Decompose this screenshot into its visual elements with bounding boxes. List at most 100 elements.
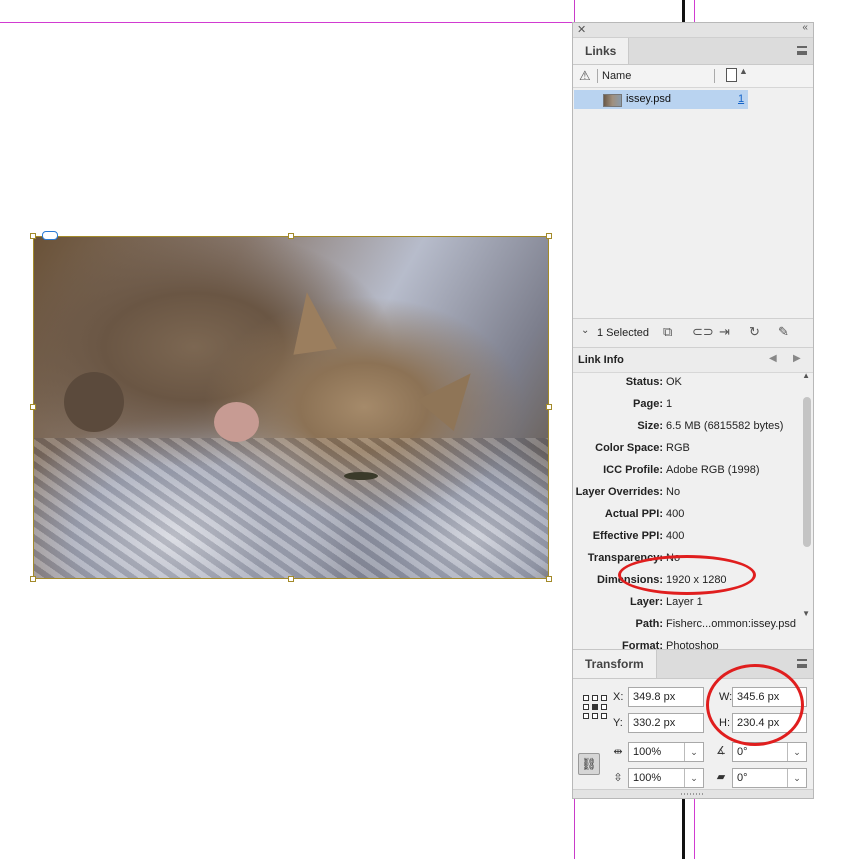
info-key: Status:	[625, 376, 663, 388]
scale-y-select[interactable]: 100% ⌄	[628, 768, 704, 788]
tab-transform[interactable]: Transform	[573, 650, 657, 678]
page-column-icon[interactable]	[726, 68, 737, 82]
scale-x-icon: ⇹	[613, 746, 623, 758]
constrain-proportions-icon[interactable]: ⛓	[578, 753, 600, 775]
links-column-header: ⚠ Name ▲	[573, 65, 813, 88]
toggle-link-info-icon[interactable]: ⌄	[581, 325, 589, 336]
x-label: X:	[613, 691, 624, 703]
next-link-icon[interactable]: ▶	[793, 353, 801, 364]
info-row: Size: 6.5 MB (6815582 bytes)	[573, 415, 803, 437]
info-value: 400	[666, 508, 685, 520]
link-thumbnail	[603, 94, 622, 107]
shear-select[interactable]: 0° ⌄	[732, 768, 807, 788]
go-to-link-icon[interactable]: ⇥	[719, 325, 730, 339]
update-link-icon[interactable]: ↻	[749, 325, 760, 339]
frame-handle-top-right[interactable]	[546, 233, 552, 239]
column-separator	[597, 69, 598, 83]
tab-links[interactable]: Links	[573, 38, 630, 64]
annotation-circle-size	[706, 664, 804, 746]
name-column-header[interactable]: Name	[602, 70, 631, 82]
info-scrollbar-thumb[interactable]	[803, 397, 811, 547]
column-separator	[714, 69, 715, 83]
reference-point-icon[interactable]	[583, 695, 607, 719]
scale-y-value: 100%	[633, 772, 662, 784]
relink-from-cc-icon[interactable]: ⧉	[663, 325, 672, 339]
info-key: Actual PPI:	[604, 508, 663, 520]
chevron-down-icon[interactable]: ⌄	[684, 769, 703, 787]
frame-handle-left[interactable]	[30, 404, 36, 410]
link-info-title: Link Info	[578, 354, 624, 366]
chevron-down-icon[interactable]: ⌄	[787, 769, 806, 787]
info-value: OK	[666, 376, 682, 388]
linked-content-icon[interactable]	[42, 231, 58, 240]
frame-handle-right[interactable]	[546, 404, 552, 410]
info-key: Layer Overrides:	[575, 486, 663, 498]
info-key: Page:	[633, 398, 663, 410]
scale-x-select[interactable]: 100% ⌄	[628, 742, 704, 762]
frame-handle-bottom[interactable]	[288, 576, 294, 582]
link-page-number[interactable]: 1	[738, 93, 744, 105]
rotation-angle-icon: ∡	[716, 745, 726, 757]
info-value: 1	[666, 398, 673, 410]
shear-angle-icon: ▰	[716, 771, 726, 783]
panel-menu-icon[interactable]	[797, 46, 807, 55]
panel-menu-icon[interactable]	[797, 659, 807, 668]
info-row: Color Space: RGB	[573, 437, 803, 459]
links-list: issey.psd 1	[573, 88, 813, 318]
collapse-panel-icon[interactable]: ‹‹	[802, 22, 808, 33]
frame-handle-top-left[interactable]	[30, 233, 36, 239]
info-row: Page: 1	[573, 393, 803, 415]
sort-ascending-icon[interactable]: ▲	[739, 66, 748, 76]
shear-value: 0°	[737, 772, 748, 784]
info-row: Layer Overrides: No	[573, 481, 803, 503]
links-toolbar: ⌄ 1 Selected ⧉ ⊂⊃ ⇥ ↻ ✎	[573, 318, 813, 348]
scale-x-value: 100%	[633, 746, 662, 758]
rotation-value: 0°	[737, 746, 748, 758]
y-position-field[interactable]: 330.2 px	[628, 713, 704, 733]
info-key: Format:	[622, 640, 663, 649]
link-info-header: Link Info ◀ ▶	[573, 348, 813, 373]
info-key: Size:	[637, 420, 663, 432]
panel-titlebar: ✕ ‹‹	[573, 22, 813, 38]
info-key: ICC Profile:	[603, 464, 663, 476]
y-label: Y:	[613, 717, 623, 729]
info-row: Path: Fisherc...ommon:issey.psd	[573, 613, 803, 635]
scroll-down-icon[interactable]: ▼	[802, 609, 810, 618]
frame-handle-bottom-right[interactable]	[546, 576, 552, 582]
link-info-list: Status: OK Page: 1 Size: 6.5 MB (6815582 by…	[573, 373, 813, 649]
info-value: Adobe RGB (1998)	[666, 464, 760, 476]
previous-link-icon[interactable]: ◀	[769, 353, 777, 364]
scroll-up-icon[interactable]: ▲	[802, 373, 810, 380]
info-row: Status: OK	[573, 373, 803, 393]
edit-original-icon[interactable]: ✎	[778, 325, 789, 339]
info-value: 6.5 MB (6815582 bytes)	[666, 420, 784, 432]
link-row[interactable]: issey.psd 1	[574, 90, 748, 109]
info-row: ICC Profile: Adobe RGB (1998)	[573, 459, 803, 481]
info-key: Layer:	[629, 596, 663, 608]
close-panel-icon[interactable]: ✕	[577, 23, 586, 36]
selection-count: 1 Selected	[597, 327, 649, 339]
chevron-down-icon[interactable]: ⌄	[684, 743, 703, 761]
scale-y-icon: ⇳	[613, 772, 623, 784]
info-value: Fisherc...ommon:issey.psd	[666, 618, 797, 630]
info-row: Actual PPI: 400	[573, 503, 803, 525]
warning-icon[interactable]: ⚠	[579, 68, 591, 84]
relink-icon[interactable]: ⊂⊃	[692, 325, 714, 339]
image-frame[interactable]	[30, 233, 552, 582]
info-key: Path:	[635, 618, 664, 630]
info-row: Format: Photoshop	[573, 635, 803, 649]
x-position-field[interactable]: 349.8 px	[628, 687, 704, 707]
panel-resize-grip[interactable]	[573, 789, 813, 798]
info-value: RGB	[666, 442, 690, 454]
info-key: Effective PPI:	[592, 530, 663, 542]
info-value: No	[666, 486, 681, 498]
link-filename: issey.psd	[626, 93, 672, 105]
frame-handle-bottom-left[interactable]	[30, 576, 36, 582]
info-key: Color Space:	[595, 442, 663, 454]
frame-handle-top[interactable]	[288, 233, 294, 239]
links-tabbar: Links	[573, 38, 813, 65]
chevron-down-icon[interactable]: ⌄	[787, 743, 806, 761]
annotation-circle-dimensions	[618, 555, 756, 595]
info-value: 400	[666, 530, 685, 542]
info-row: Effective PPI: 400	[573, 525, 803, 547]
